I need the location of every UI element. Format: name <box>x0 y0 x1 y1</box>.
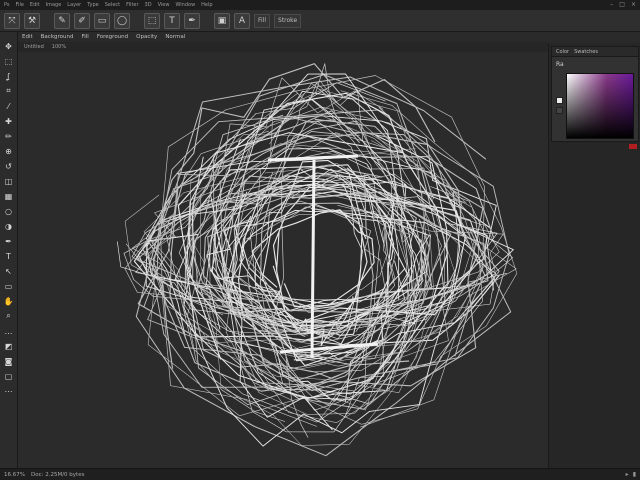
document-tab[interactable]: Untitled <box>24 44 44 50</box>
marquee-icon[interactable]: ▭ <box>94 12 110 29</box>
maximize-icon[interactable]: □ <box>619 1 625 8</box>
option-opacity[interactable]: Opacity <box>136 34 157 40</box>
option-edit[interactable]: Edit <box>22 34 33 40</box>
menu-item[interactable]: Layer <box>67 2 81 8</box>
menu-item[interactable]: Window <box>175 2 195 8</box>
color-panel: Color Swatches Ra <box>551 46 639 142</box>
main-toolbar: ⤧ ⚒ ✎ ✐ ▭ ◯ ⬚ T ✒ ▣ A Fill Stroke <box>0 10 640 32</box>
quickmask-icon[interactable]: ◙ <box>3 355 15 367</box>
marquee-tool-icon[interactable]: ⬚ <box>3 55 15 67</box>
status-arrow-icon[interactable]: ▸ <box>626 471 629 478</box>
scribble-artwork <box>116 63 518 457</box>
color-panel-tabs: Color Swatches <box>552 47 638 57</box>
crop-tool-icon[interactable]: ⌗ <box>3 85 15 97</box>
toolbar-separator <box>44 13 50 29</box>
menu-item[interactable]: Help <box>201 2 212 8</box>
menu-item[interactable]: Type <box>87 2 98 8</box>
dodge-tool-icon[interactable]: ◑ <box>3 220 15 232</box>
toolbar-fill-button[interactable]: Fill <box>254 13 271 28</box>
minimize-icon[interactable]: – <box>610 1 613 8</box>
toolbar-stroke-button[interactable]: Stroke <box>274 13 302 28</box>
status-doc-info[interactable]: Doc: 2.25M/0 bytes <box>31 472 84 478</box>
eraser-tool-icon[interactable]: ◫ <box>3 175 15 187</box>
options-bar: Edit Background Fill Foreground Opacity Norma… <box>18 32 640 42</box>
stamp-tool-icon[interactable]: ⊕ <box>3 145 15 157</box>
eyedropper-tool-icon[interactable]: ⁄ <box>3 100 15 112</box>
toolbar-separator <box>204 13 210 29</box>
menu-item[interactable]: Select <box>105 2 120 8</box>
document-zoom: 100% <box>51 44 67 50</box>
close-icon[interactable]: × <box>631 1 636 8</box>
scribble-stroke <box>145 181 514 324</box>
color-spectrum[interactable] <box>566 73 634 139</box>
pen-icon[interactable]: ✒ <box>184 12 200 29</box>
image-icon[interactable]: ▣ <box>214 12 230 29</box>
brush-icon[interactable]: ✎ <box>54 12 70 29</box>
tab-color[interactable]: Color <box>556 49 569 55</box>
type-tool-icon[interactable]: T <box>3 250 15 262</box>
panel-accent-marker <box>629 144 637 149</box>
document-tab-bar: Untitled 100% <box>18 42 548 52</box>
menu-item[interactable]: Edit <box>30 2 40 8</box>
type-icon[interactable]: T <box>164 12 180 29</box>
frame-icon[interactable]: ⬚ <box>144 12 160 29</box>
toolbar-separator <box>134 13 140 29</box>
hand-tool-icon[interactable]: ✋ <box>3 295 15 307</box>
text-icon[interactable]: A <box>234 12 250 29</box>
move-icon[interactable]: ⤧ <box>4 12 20 29</box>
option-normal[interactable]: Normal <box>165 34 185 40</box>
fg-bg-icon[interactable]: ◩ <box>3 340 15 352</box>
history-tool-icon[interactable]: ↺ <box>3 160 15 172</box>
lasso-tool-icon[interactable]: ʆ <box>3 70 15 82</box>
right-panel: Color Swatches Ra <box>548 44 640 468</box>
path-tool-icon[interactable]: ↖ <box>3 265 15 277</box>
menu-item[interactable]: Image <box>46 2 62 8</box>
edit-toolbar-icon[interactable]: ⋯ <box>3 385 15 397</box>
pen-tool-icon[interactable]: ✒ <box>3 235 15 247</box>
foreground-swatch[interactable] <box>556 97 563 104</box>
shape-tool-icon[interactable]: ▭ <box>3 280 15 292</box>
brush-tool-icon[interactable]: ✏ <box>3 130 15 142</box>
menu-item[interactable]: File <box>16 2 24 8</box>
heal-tool-icon[interactable]: ✚ <box>3 115 15 127</box>
menu-item[interactable]: Filter <box>126 2 138 8</box>
more-tool-icon[interactable]: … <box>3 325 15 337</box>
gradient-tool-icon[interactable]: ▦ <box>3 190 15 202</box>
background-swatch[interactable] <box>556 107 563 114</box>
menu-bar: Ps File Edit Image Layer Type Select Filter 3D Vi… <box>0 0 640 10</box>
status-right: ▸ ▮ <box>626 471 636 478</box>
tools-panel: ✥ ⬚ ʆ ⌗ ⁄ ✚ ✏ ⊕ ↺ ◫ ▦ ○ ◑ ✒ T ↖ ▭ ✋ ⌕ … ◩ ◙ ▢ ⋯ <box>0 32 18 468</box>
option-fill[interactable]: Fill <box>81 34 88 40</box>
menu-item[interactable]: Ps <box>4 2 10 8</box>
move-tool-icon[interactable]: ✥ <box>3 40 15 52</box>
crop-icon[interactable]: ✐ <box>74 12 90 29</box>
window-controls: – □ × <box>610 1 636 8</box>
status-bar: 16.67% Doc: 2.25M/0 bytes ▸ ▮ <box>0 468 640 480</box>
color-panel-label: Ra <box>556 61 564 68</box>
zoom-tool-icon[interactable]: ⌕ <box>3 310 15 322</box>
canvas[interactable] <box>18 52 548 468</box>
tab-swatches[interactable]: Swatches <box>574 49 598 55</box>
option-background[interactable]: Background <box>41 34 74 40</box>
menu-item[interactable]: View <box>158 2 170 8</box>
lasso-icon[interactable]: ⚒ <box>24 12 40 29</box>
menu-item[interactable]: 3D <box>145 2 152 8</box>
option-foreground[interactable]: Foreground <box>97 34 128 40</box>
screen-mode-icon[interactable]: ▢ <box>3 370 15 382</box>
status-zoom[interactable]: 16.67% <box>4 472 25 478</box>
status-handle-icon: ▮ <box>632 471 636 478</box>
ellipse-icon[interactable]: ◯ <box>114 12 130 29</box>
blur-tool-icon[interactable]: ○ <box>3 205 15 217</box>
